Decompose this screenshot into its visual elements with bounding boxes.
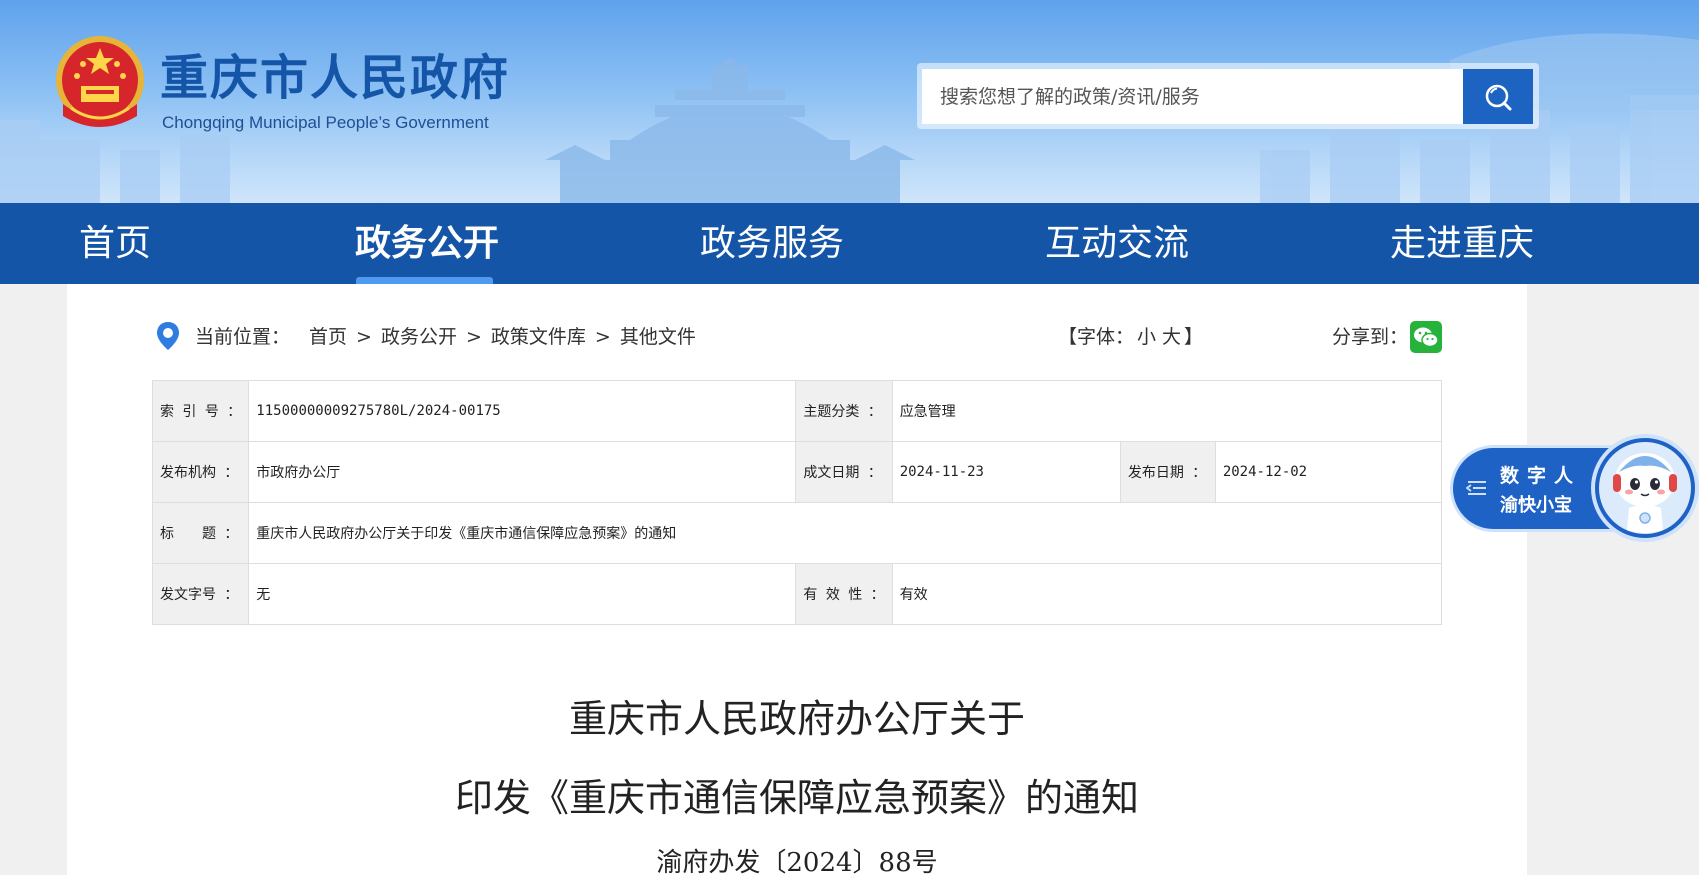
breadcrumb-separator: > [594,326,611,348]
meta-value-title: 重庆市人民政府办公厅关于印发《重庆市通信保障应急预案》的通知 [248,502,1442,564]
digital-human-name: 渝快小宝 [1500,495,1572,516]
meta-label-index-no: 索 引 号 ： [151,380,250,442]
site-subtitle: Chongqing Municipal People’s Government [162,113,489,132]
robot-mascot-avatar[interactable] [1591,432,1699,544]
meta-value-index-no: 11500000009275780L/2024-00175 [248,380,797,442]
table-row: 标 题 ： 重庆市人民政府办公厅关于印发《重庆市通信保障应急预案》的通知 [151,502,1442,564]
nav-item-home[interactable]: 首页 [79,203,151,284]
article-doc-number: 渝府办发〔2024〕88号 [656,848,938,875]
article-title-line-1: 重庆市人民政府办公厅关于 [568,697,1025,741]
nav-item-gov-services[interactable]: 政务服务 [700,203,844,284]
font-size-close: 】 [1184,326,1204,348]
article-title-line-2: 印发《重庆市通信保障应急预案》的通知 [454,776,1139,820]
meta-value-validity: 有效 [891,563,1443,625]
site-title: 重庆市人民政府 [160,50,511,106]
nav-item-gov-affairs-open[interactable]: 政务公开 [355,203,499,284]
breadcrumb-item-other-docs[interactable]: 其他文件 [620,326,696,348]
meta-label-publish-date: 发布日期 ： [1119,441,1216,503]
font-size-control: 【字体：小大】 [1058,320,1203,354]
meta-label-issuer: 发布机构 ： [151,441,250,503]
share-label: 分享到： [1332,326,1409,348]
meta-label-written-date: 成文日期 ： [795,441,893,503]
search-icon [1485,84,1512,110]
meta-label-validity: 有 效 性 ： [795,563,893,625]
national-emblem-logo [56,36,144,127]
meta-value-publish-date: 2024-12-02 [1214,441,1443,503]
wechat-icon [1414,327,1439,348]
location-pin-icon [157,322,179,350]
meta-label-title: 标 题 ： [151,502,250,564]
search-button[interactable] [1463,69,1533,124]
document-metadata-table: 索 引 号 ： 11500000009275780L/2024-00175 主题… [151,380,1443,625]
meta-value-issuer: 市政府办公厅 [248,441,797,503]
breadcrumb-item-gov-affairs-open[interactable]: 政务公开 [381,326,457,348]
meta-value-written-date: 2024-11-23 [891,441,1121,503]
breadcrumb-item-home[interactable]: 首页 [309,326,347,348]
breadcrumb-trail: 首页 > 政务公开 > 政策文件库 > 其他文件 [309,320,696,354]
breadcrumb-separator: > [465,326,482,348]
meta-label-doc-no: 发文字号 ： [151,563,250,625]
wechat-share-button[interactable] [1410,321,1442,353]
meta-value-doc-no: 无 [248,563,797,625]
table-row: 发布机构 ： 市政府办公厅 成文日期 ： 2024-11-23 发布日期 ： 2… [151,441,1443,503]
font-size-large-button[interactable]: 大 [1162,326,1181,348]
table-row: 发文字号 ： 无 有 效 性 ： 有效 [151,563,1443,625]
digital-human-label: 数字人 [1500,465,1582,487]
meta-value-topic: 应急管理 [891,380,1443,442]
font-size-open: 【字体： [1058,326,1135,348]
nav-item-interaction[interactable]: 互动交流 [1045,203,1189,284]
search-input[interactable] [922,69,1463,124]
breadcrumb-prefix: 当前位置： [195,326,291,348]
nav-item-about-chongqing[interactable]: 走进重庆 [1390,203,1534,284]
font-size-small-button[interactable]: 小 [1137,326,1156,348]
menu-lines-icon [1466,481,1486,495]
breadcrumb-separator: > [356,326,372,348]
main-nav: 首页 政务公开 政务服务 互动交流 走进重庆 [0,203,1699,284]
breadcrumb-item-policy-library[interactable]: 政策文件库 [491,326,586,348]
meta-label-topic: 主题分类 ： [795,380,893,442]
table-row: 索 引 号 ： 11500000009275780L/2024-00175 主题… [151,380,1443,442]
nav-active-indicator [356,277,493,284]
breadcrumb: 当前位置： [195,320,290,354]
